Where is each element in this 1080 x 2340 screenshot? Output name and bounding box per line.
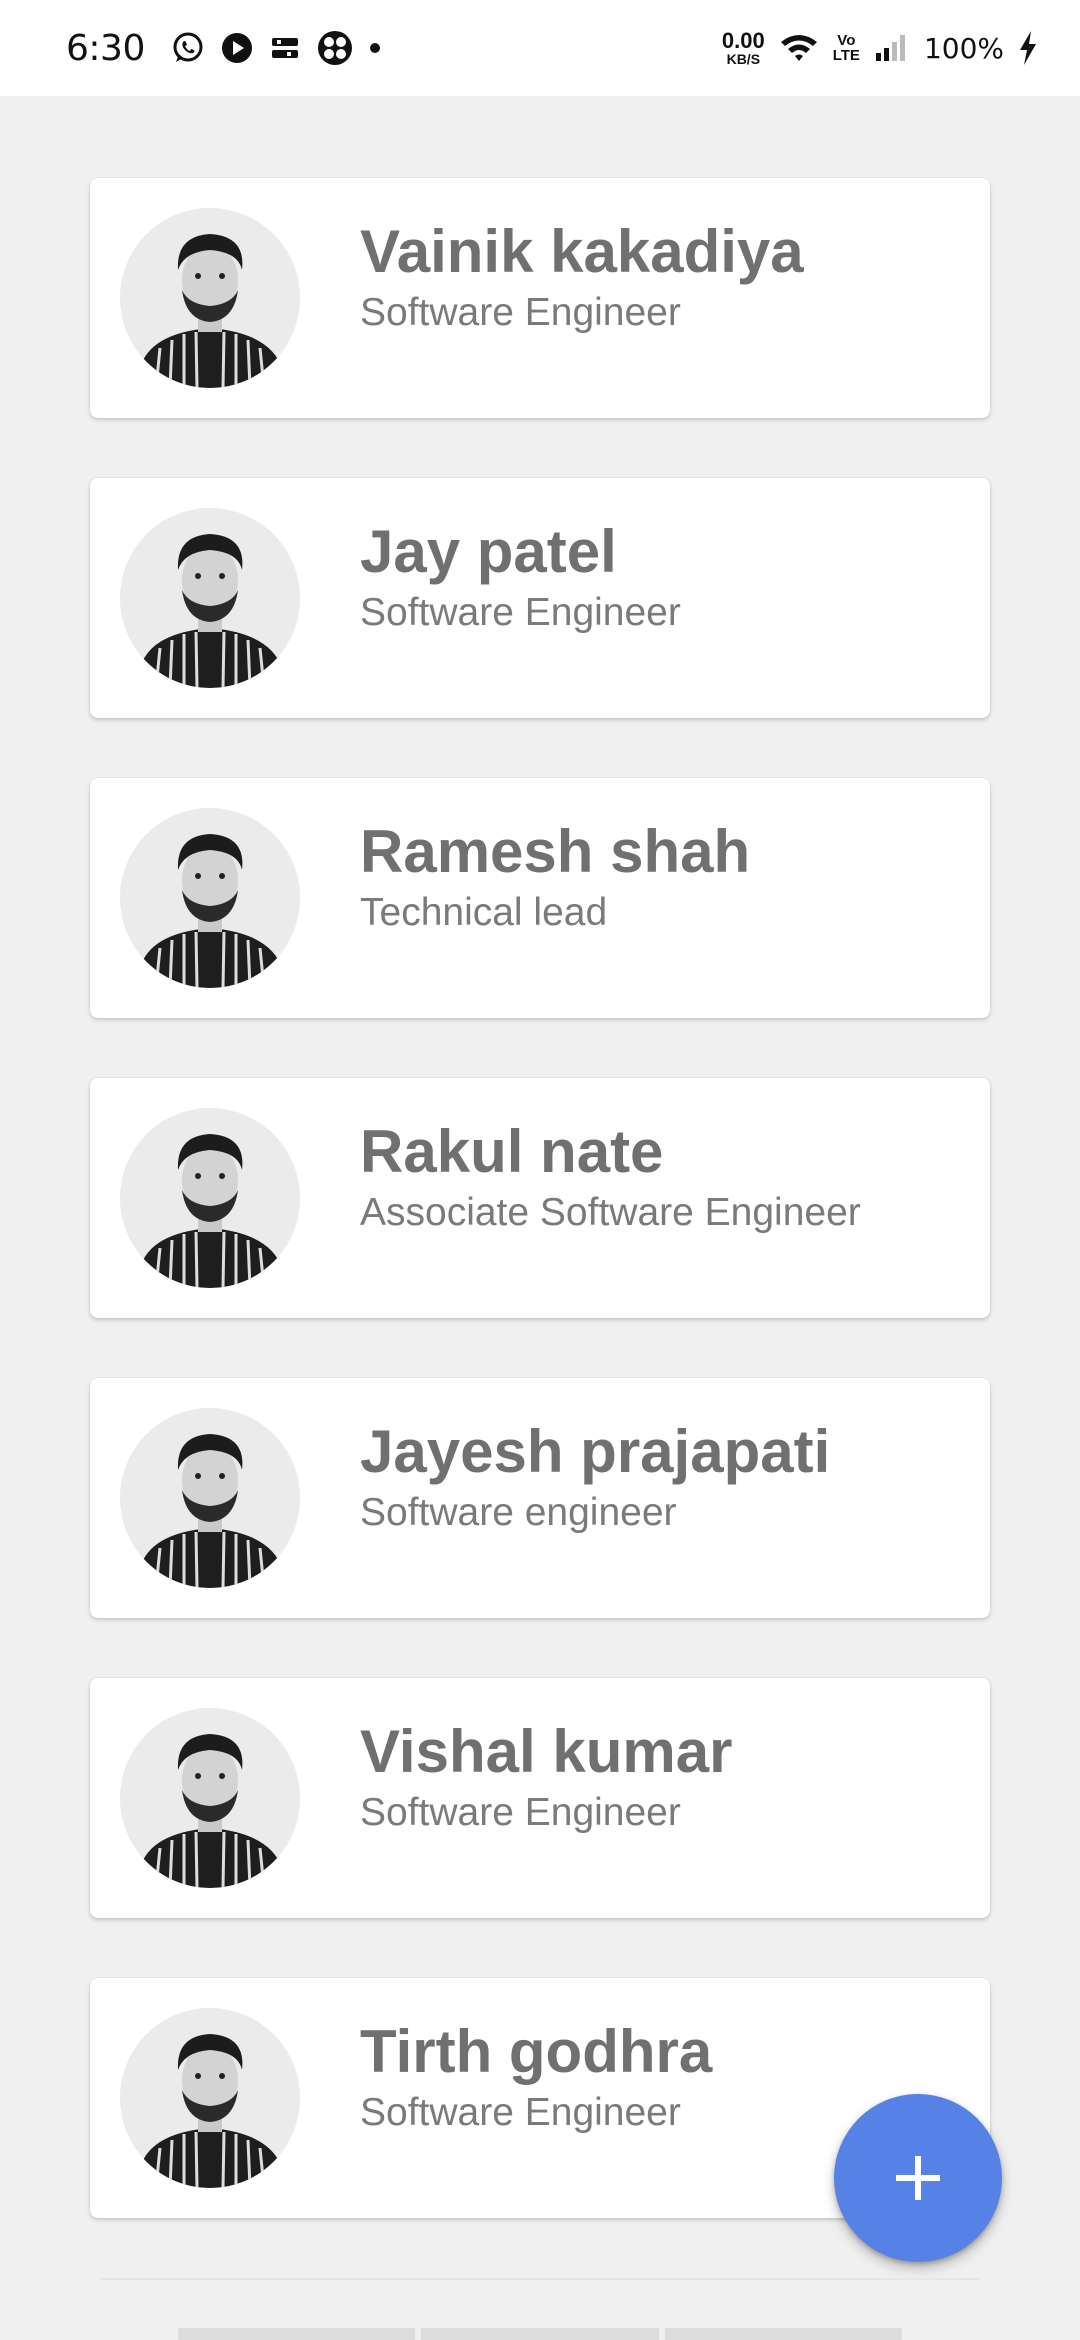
person-photo-icon [120, 508, 300, 688]
contact-role: Software Engineer [360, 591, 681, 634]
contact-name: Ramesh shah [360, 818, 751, 885]
app-icon [271, 38, 298, 58]
contact-name: Rakul nate [360, 1118, 664, 1185]
add-contact-button[interactable] [834, 2094, 1002, 2262]
dot-icon [369, 43, 380, 53]
play-icon [221, 33, 252, 63]
avatar [120, 1108, 300, 1288]
contact-name: Vishal kumar [360, 1718, 733, 1785]
network-speed: 0.00 KB/S [721, 28, 765, 67]
contact-role: Software Engineer [360, 291, 681, 334]
wifi-icon [780, 35, 817, 61]
person-photo-icon [120, 208, 300, 388]
contact-card[interactable]: Vainik kakadiya Software Engineer [90, 178, 990, 418]
volte-top: Vo [837, 32, 856, 49]
person-photo-icon [120, 1408, 300, 1588]
person-photo-icon [120, 2008, 300, 2188]
avatar [120, 208, 300, 388]
system-icons: 0.00 KB/S Vo LTE 100% [708, 30, 1038, 66]
volte-bottom: LTE [832, 47, 860, 64]
contact-card[interactable]: Vishal kumar Software Engineer [90, 1678, 990, 1918]
contact-name: Jayesh prajapati [360, 1418, 831, 1485]
person-photo-icon [120, 1108, 300, 1288]
person-photo-icon [120, 808, 300, 988]
volte-indicator: Vo LTE [833, 33, 860, 63]
avatar [120, 808, 300, 988]
avatar [120, 1408, 300, 1588]
notification-icons [171, 30, 397, 66]
battery-percentage: 100% [923, 31, 1004, 65]
avatar [120, 2008, 300, 2188]
contact-name: Jay patel [360, 518, 617, 585]
contact-name: Vainik kakadiya [360, 218, 804, 285]
contact-card[interactable]: Jayesh prajapati Software engineer [90, 1378, 990, 1618]
avatar [120, 1708, 300, 1888]
status-bar: 6:30 0.00 KB/S Vo LTE 100% [0, 0, 1080, 96]
contact-role: Technical lead [360, 891, 608, 934]
divider [100, 2278, 980, 2280]
contact-role: Software engineer [360, 1491, 677, 1534]
contact-role: Software Engineer [360, 1791, 681, 1834]
person-photo-icon [120, 1708, 300, 1888]
fan-icon [317, 31, 352, 65]
avatar [120, 508, 300, 688]
network-speed-unit: KB/S [726, 51, 761, 67]
contact-card[interactable]: Jay patel Software Engineer [90, 478, 990, 718]
network-speed-value: 0.00 [721, 28, 765, 53]
charging-icon [1020, 31, 1036, 65]
plus-icon [896, 2156, 940, 2200]
signal-icon [875, 35, 905, 61]
contact-card[interactable]: Ramesh shah Technical lead [90, 778, 990, 1018]
contact-list: Vainik kakadiya Software Engineer Jay pa… [90, 178, 990, 2278]
navigation-hint [178, 2328, 902, 2340]
contact-role: Associate Software Engineer [360, 1191, 861, 1234]
contact-card[interactable]: Rakul nate Associate Software Engineer [90, 1078, 990, 1318]
contact-name: Tirth godhra [360, 2018, 713, 2085]
whatsapp-icon [173, 32, 203, 62]
status-time: 6:30 [66, 27, 145, 69]
